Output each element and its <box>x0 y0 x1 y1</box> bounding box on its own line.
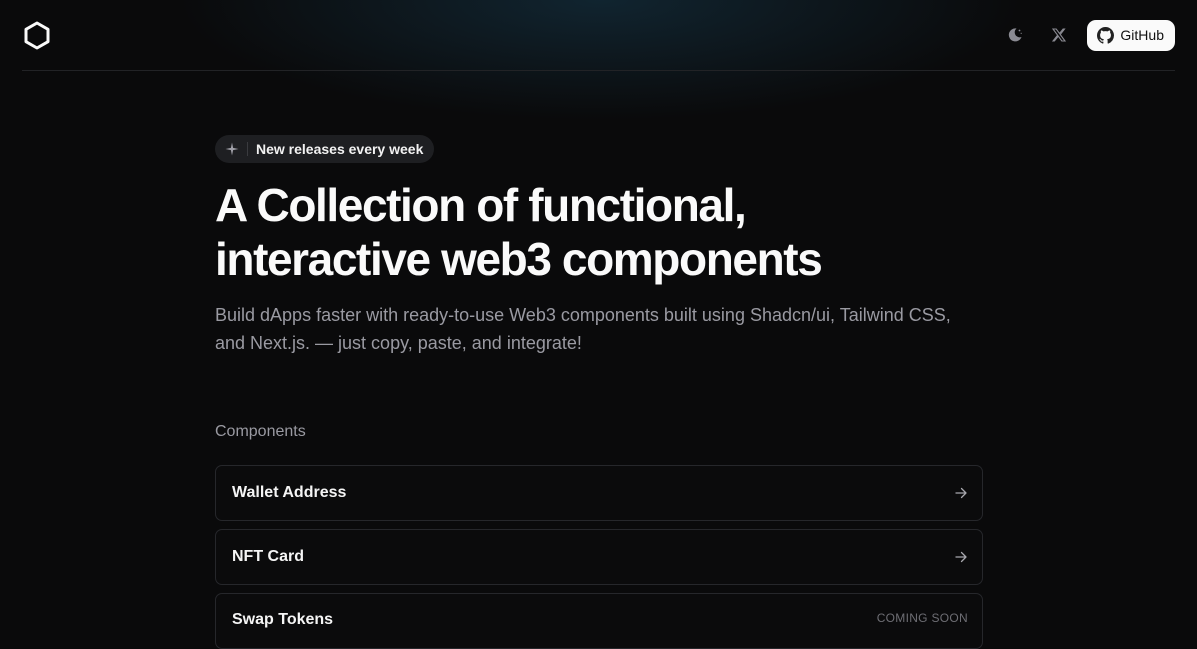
github-button[interactable]: GitHub <box>1087 19 1175 51</box>
x-twitter-icon[interactable] <box>1043 19 1075 51</box>
github-icon <box>1097 26 1115 44</box>
top-nav: GitHub <box>22 0 1175 71</box>
component-card-title: Wallet Address <box>232 484 347 501</box>
nav-actions: GitHub <box>999 19 1175 51</box>
badge-divider <box>247 142 248 156</box>
component-card-wallet-address[interactable]: Wallet Address <box>215 465 983 521</box>
page-title: A Collection of functional, interactive … <box>215 178 1015 286</box>
arrow-right-icon <box>955 551 967 563</box>
component-card-title: NFT Card <box>232 548 304 565</box>
page-subtitle: Build dApps faster with ready-to-use Web… <box>215 305 951 353</box>
components-section-label: Components <box>215 423 306 440</box>
hexagon-logo-icon[interactable] <box>23 20 51 50</box>
arrow-right-icon <box>955 487 967 499</box>
title-line-1: A Collection of functional, <box>215 179 747 231</box>
component-card-nft-card[interactable]: NFT Card <box>215 529 983 585</box>
release-badge[interactable]: New releases every week <box>215 135 435 163</box>
sparkle-icon <box>225 142 239 156</box>
github-label: GitHub <box>1120 27 1164 43</box>
badge-text: New releases every week <box>256 141 424 157</box>
coming-soon-label: COMING SOON <box>876 611 968 625</box>
moon-icon[interactable] <box>999 19 1031 51</box>
component-card-title: Swap Tokens <box>232 611 334 628</box>
component-card-swap-tokens[interactable]: Swap Tokens COMING SOON <box>215 593 983 649</box>
title-line-2: interactive web3 components <box>215 233 823 285</box>
